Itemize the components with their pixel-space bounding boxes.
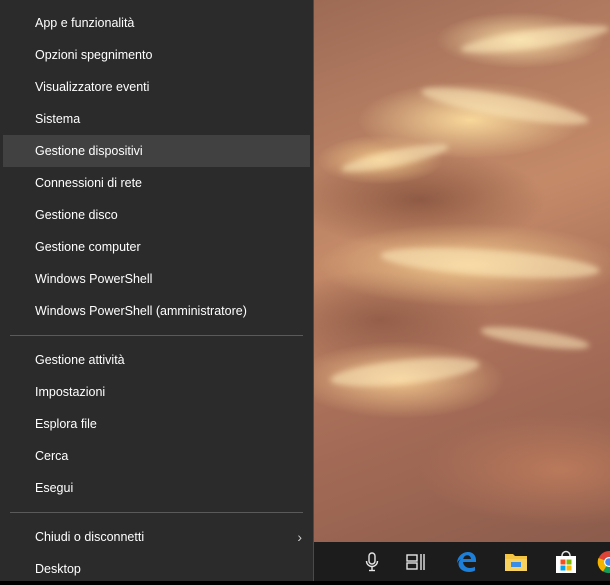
menu-item-file-explorer[interactable]: Esplora file [3, 408, 310, 440]
menu-item-computer-management[interactable]: Gestione computer [3, 231, 310, 263]
chevron-right-icon: › [297, 529, 302, 545]
menu-item-label: Impostazioni [35, 385, 106, 399]
menu-item-label: Chiudi o disconnetti [35, 530, 145, 544]
power-user-menu: App e funzionalità Opzioni spegnimento V… [0, 0, 314, 581]
chrome-icon [592, 550, 610, 574]
menu-item-label: Windows PowerShell (amministratore) [35, 304, 247, 318]
store-taskbar-button[interactable] [542, 542, 590, 581]
edge-taskbar-button[interactable] [442, 542, 490, 581]
menu-item-system[interactable]: Sistema [3, 103, 310, 135]
menu-item-label: Opzioni spegnimento [35, 48, 153, 62]
menu-item-disk-management[interactable]: Gestione disco [3, 199, 310, 231]
menu-item-powershell-admin[interactable]: Windows PowerShell (amministratore) [3, 295, 310, 327]
menu-item-event-viewer[interactable]: Visualizzatore eventi [3, 71, 310, 103]
menu-item-label: Esplora file [35, 417, 97, 431]
menu-item-label: Visualizzatore eventi [35, 80, 150, 94]
file-explorer-icon [504, 551, 528, 573]
microphone-icon [365, 551, 379, 572]
menu-separator [10, 335, 303, 336]
menu-item-label: Windows PowerShell [35, 272, 153, 286]
menu-item-label: Gestione computer [35, 240, 141, 254]
store-icon [554, 550, 578, 574]
menu-item-label: Connessioni di rete [35, 176, 143, 190]
chrome-taskbar-button[interactable] [592, 542, 610, 581]
file-explorer-taskbar-button[interactable] [492, 542, 540, 581]
menu-item-settings[interactable]: Impostazioni [3, 376, 310, 408]
task-view-icon [406, 553, 426, 571]
edge-icon [454, 550, 478, 574]
menu-item-desktop[interactable]: Desktop [3, 553, 310, 585]
menu-item-power-options[interactable]: Opzioni spegnimento [3, 39, 310, 71]
menu-item-label: App e funzionalità [35, 16, 135, 30]
menu-item-task-manager[interactable]: Gestione attività [3, 344, 310, 376]
menu-item-label: Gestione dispositivi [35, 144, 143, 158]
microphone-button[interactable] [348, 542, 396, 581]
menu-item-label: Gestione attività [35, 353, 125, 367]
menu-item-label: Gestione disco [35, 208, 118, 222]
menu-item-apps-features[interactable]: App e funzionalità [3, 7, 310, 39]
menu-separator [10, 512, 303, 513]
menu-item-label: Cerca [35, 449, 69, 463]
menu-item-network-connections[interactable]: Connessioni di rete [3, 167, 310, 199]
menu-item-powershell[interactable]: Windows PowerShell [3, 263, 310, 295]
menu-item-shutdown-signout[interactable]: Chiudi o disconnetti › [3, 521, 310, 553]
menu-item-search[interactable]: Cerca [3, 440, 310, 472]
menu-item-run[interactable]: Esegui [3, 472, 310, 504]
menu-item-label: Sistema [35, 112, 81, 126]
menu-item-label: Desktop [35, 562, 81, 576]
menu-item-label: Esegui [35, 481, 74, 495]
menu-item-device-manager[interactable]: Gestione dispositivi [3, 135, 310, 167]
taskbar [314, 542, 610, 581]
task-view-button[interactable] [392, 542, 440, 581]
